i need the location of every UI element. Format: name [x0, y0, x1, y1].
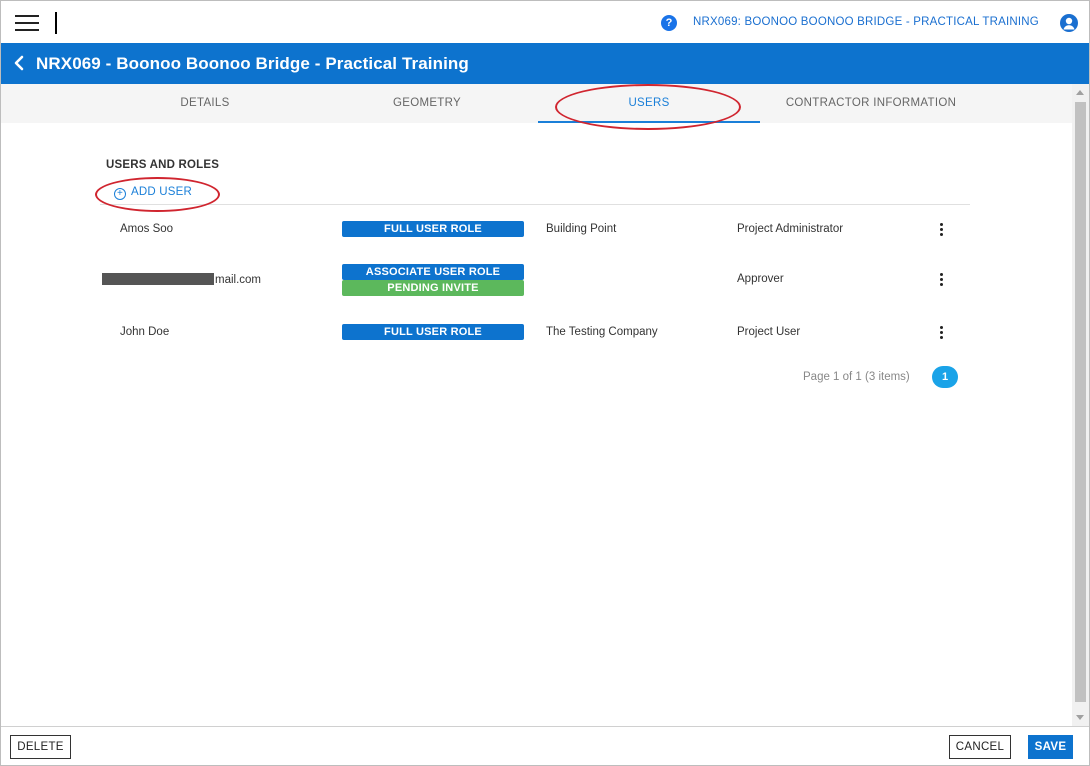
page-title: NRX069 - Boonoo Boonoo Bridge - Practica…: [36, 54, 469, 73]
role-badge: ASSOCIATE USER ROLE: [342, 264, 524, 280]
user-company: Building Point: [546, 223, 617, 235]
help-icon[interactable]: ?: [661, 15, 677, 31]
hamburger-icon[interactable]: [15, 15, 39, 31]
kebab-menu-icon[interactable]: [935, 326, 947, 340]
app-window: ? NRX069: BOONOO BOONOO BRIDGE - PRACTIC…: [0, 0, 1090, 766]
user-role: Project Administrator: [737, 223, 844, 235]
top-bar: ? NRX069: BOONOO BOONOO BRIDGE - PRACTIC…: [1, 1, 1089, 43]
tab-users[interactable]: USERS: [538, 84, 760, 123]
table-row: John Doe FULL USER ROLE The Testing Comp…: [100, 324, 970, 364]
save-button[interactable]: SAVE: [1028, 735, 1073, 759]
user-role: Approver: [737, 273, 784, 285]
scrollbar-thumb[interactable]: [1075, 102, 1086, 702]
scroll-up-arrow-icon[interactable]: [1076, 90, 1084, 95]
table-row: Amos Soo FULL USER ROLE Building Point P…: [100, 221, 970, 261]
pagination-summary: Page 1 of 1 (3 items): [803, 371, 910, 383]
cancel-button[interactable]: CANCEL: [949, 735, 1011, 759]
pending-invite-badge: PENDING INVITE: [342, 280, 524, 296]
tab-geometry[interactable]: GEOMETRY: [316, 84, 538, 123]
page-1-button[interactable]: 1: [932, 366, 958, 388]
user-role: Project User: [737, 326, 801, 338]
redacted-block: [102, 273, 214, 285]
user-account-icon[interactable]: [1060, 14, 1078, 32]
vertical-scrollbar[interactable]: [1072, 84, 1089, 726]
project-link[interactable]: NRX069: BOONOO BOONOO BRIDGE - PRACTICAL…: [693, 16, 1039, 28]
delete-button[interactable]: DELETE: [10, 735, 71, 759]
scroll-down-arrow-icon[interactable]: [1076, 715, 1084, 720]
add-user-button[interactable]: + ADD USER: [114, 186, 192, 200]
page-header: NRX069 - Boonoo Boonoo Bridge - Practica…: [1, 43, 1089, 84]
role-badge: FULL USER ROLE: [342, 221, 524, 237]
kebab-menu-icon[interactable]: [935, 273, 947, 287]
plus-circle-icon: +: [114, 188, 126, 200]
kebab-menu-icon[interactable]: [935, 223, 947, 237]
user-company: The Testing Company: [546, 326, 658, 338]
table-row: mail.com ASSOCIATE USER ROLE PENDING INV…: [100, 264, 970, 304]
role-badge: FULL USER ROLE: [342, 324, 524, 340]
chevron-left-icon[interactable]: [12, 54, 26, 72]
tab-contractor-information[interactable]: CONTRACTOR INFORMATION: [760, 84, 982, 123]
tab-details[interactable]: DETAILS: [94, 84, 316, 123]
user-name: Amos Soo: [120, 223, 174, 235]
add-user-label: ADD USER: [131, 186, 193, 198]
text-cursor: [55, 12, 57, 34]
divider: [100, 204, 970, 205]
user-email-domain: mail.com: [215, 274, 262, 286]
user-email: mail.com: [102, 273, 261, 286]
footer-bar: DELETE CANCEL SAVE: [1, 726, 1089, 765]
user-name: John Doe: [120, 326, 170, 338]
tab-bar: DETAILS GEOMETRY USERS CONTRACTOR INFORM…: [1, 84, 1089, 123]
section-title: USERS AND ROLES: [106, 159, 220, 171]
